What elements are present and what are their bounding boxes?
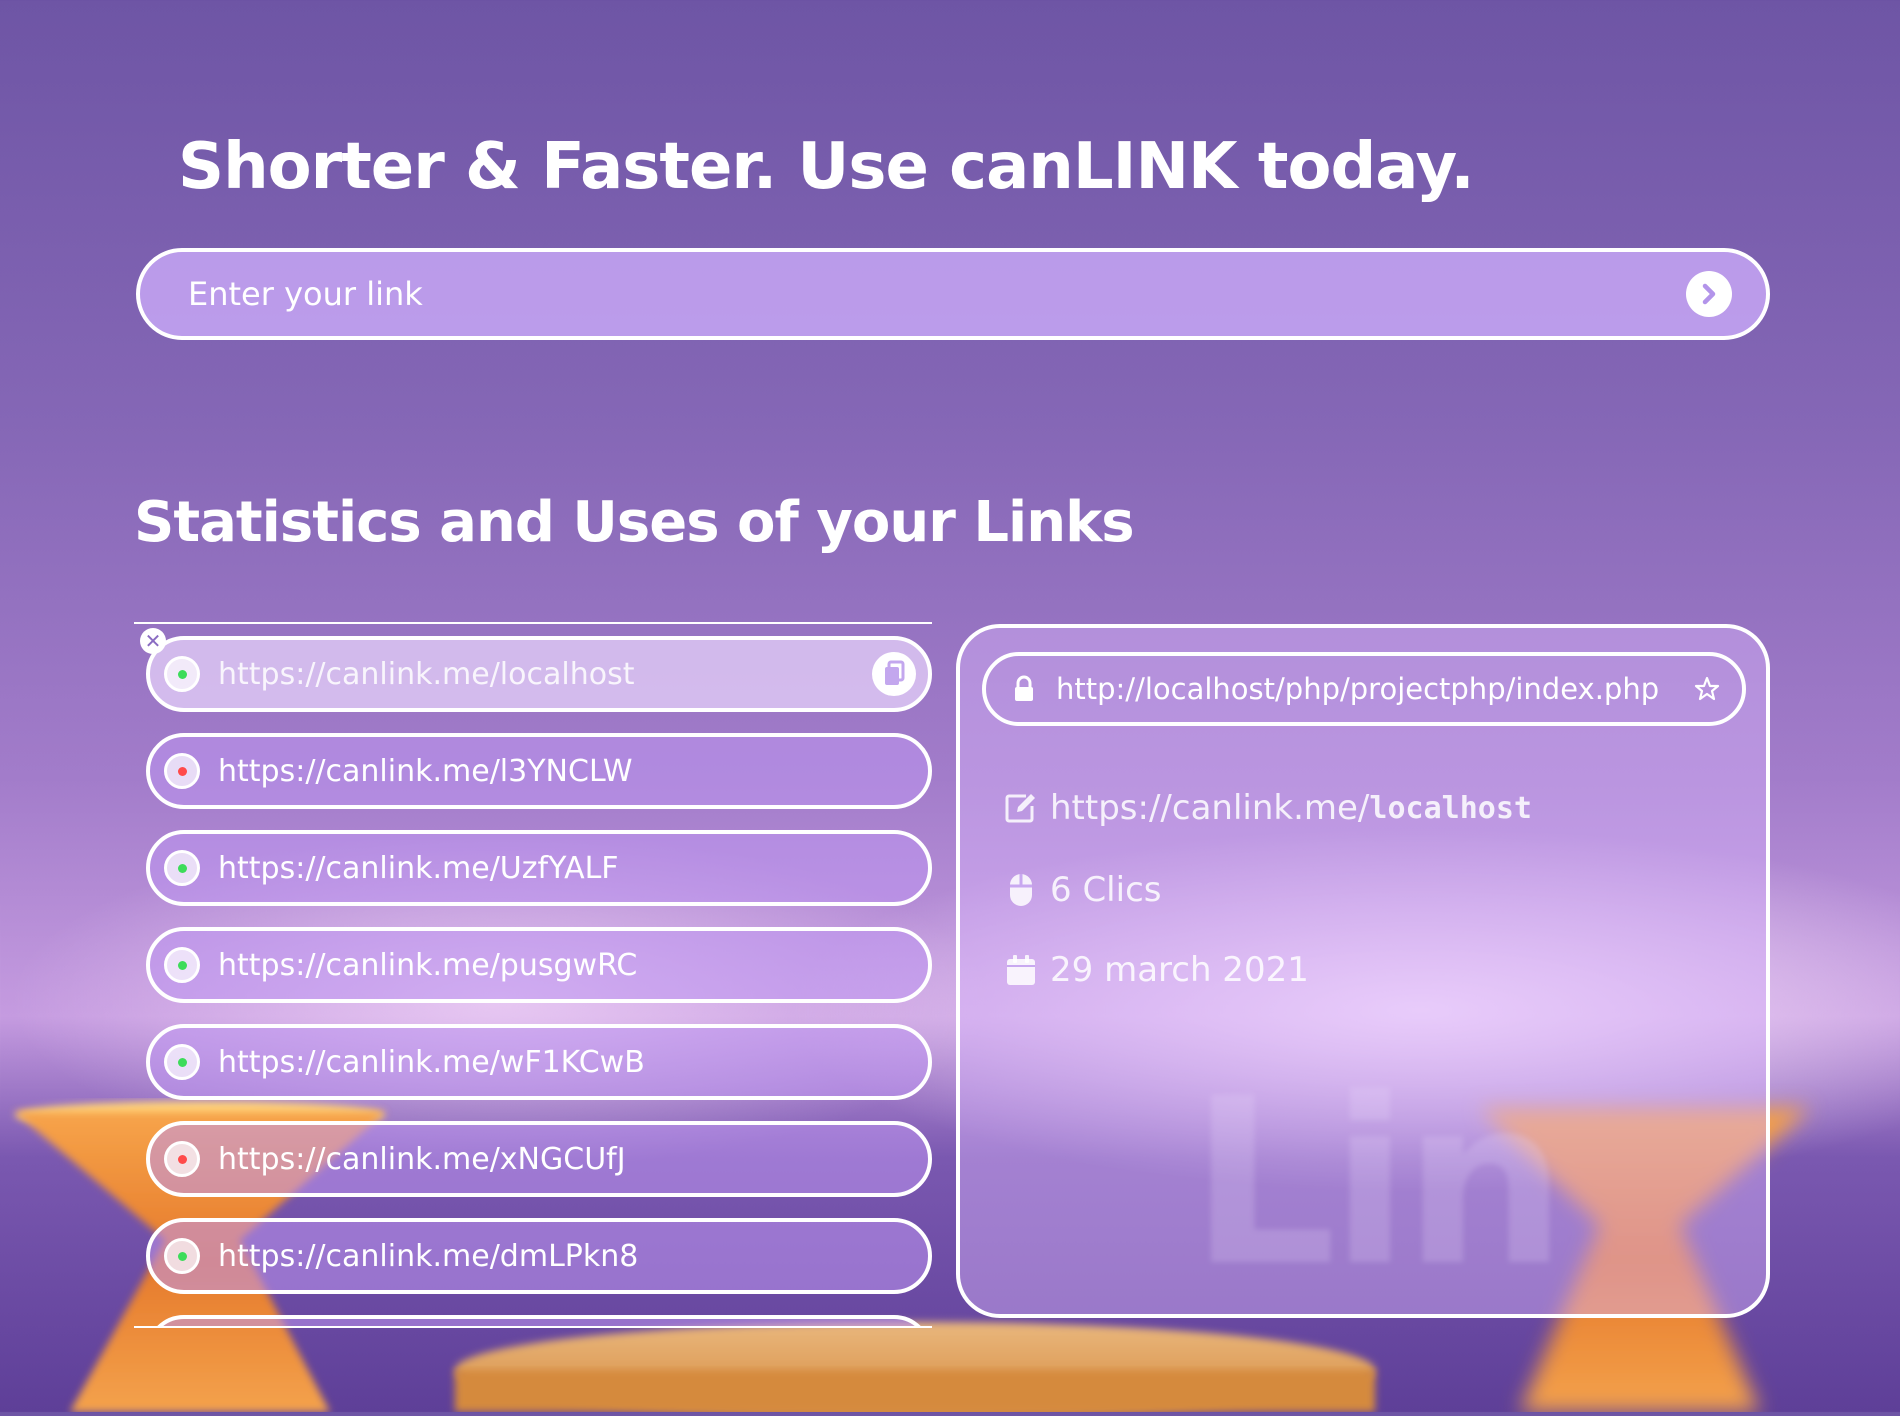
short-link-row: https://canlink.me/localhost	[1004, 788, 1532, 828]
status-dot-inactive	[177, 766, 187, 776]
calendar-icon	[1004, 954, 1038, 986]
link-input[interactable]	[186, 274, 1686, 314]
list-item[interactable]: https://canlink.me/dmLPkn8	[146, 1218, 932, 1294]
stats-section-title: Statistics and Uses of your Links	[134, 490, 1135, 555]
status-indicator	[164, 850, 200, 886]
close-icon[interactable]: ✕	[140, 628, 166, 654]
status-dot-active	[177, 1057, 187, 1067]
short-link-url: https://canlink.me/localhost	[218, 656, 635, 692]
list-item[interactable]: https://canlink.me/localhost	[146, 636, 932, 712]
center-podium-top	[455, 1322, 1375, 1416]
links-list[interactable]: https://canlink.me/localhost https://can…	[134, 622, 932, 1328]
link-input-bar[interactable]	[136, 248, 1770, 340]
short-link-url: https://canlink.me/wF1KCwB	[218, 1044, 645, 1080]
short-link-code: localhost	[1369, 790, 1532, 826]
status-indicator	[164, 947, 200, 983]
copy-icon	[885, 660, 905, 685]
list-item[interactable]: https://canlink.me/UzfYALF	[146, 830, 932, 906]
status-indicator	[164, 1141, 200, 1177]
short-link-url: https://canlink.me/UzfYALF	[218, 850, 619, 886]
mouse-icon	[1004, 873, 1038, 907]
status-indicator	[164, 1238, 200, 1274]
list-item[interactable]: https://canlink.me/pusgwRC	[146, 927, 932, 1003]
star-icon[interactable]	[1694, 676, 1720, 702]
original-url: http://localhost/php/projectphp/index.ph…	[1056, 672, 1660, 706]
status-dot-active	[177, 960, 187, 970]
original-url-bar: http://localhost/php/projectphp/index.ph…	[982, 652, 1746, 726]
hero-title: Shorter & Faster. Use canLINK today.	[178, 130, 1475, 204]
copy-button[interactable]	[872, 652, 916, 696]
list-item[interactable]: https://canlink.me/wF1KCwB	[146, 1024, 932, 1100]
status-dot-inactive	[177, 1154, 187, 1164]
list-item-partial[interactable]	[146, 1315, 932, 1326]
short-link-url: https://canlink.me/xNGCUfJ	[218, 1141, 626, 1177]
created-date: 29 march 2021	[1050, 950, 1309, 990]
status-indicator	[164, 656, 200, 692]
status-dot-active	[177, 1251, 187, 1261]
short-link-prefix: https://canlink.me/	[1050, 788, 1370, 828]
status-indicator	[164, 1044, 200, 1080]
short-link-url: https://canlink.me/l3YNCLW	[218, 753, 633, 789]
edit-icon[interactable]	[1004, 792, 1038, 824]
status-dot-active	[177, 669, 187, 679]
clicks-count: 6 Clics	[1050, 870, 1162, 910]
status-indicator	[164, 753, 200, 789]
list-item[interactable]: https://canlink.me/l3YNCLW	[146, 733, 932, 809]
date-row: 29 march 2021	[1004, 950, 1309, 990]
link-detail-card: http://localhost/php/projectphp/index.ph…	[956, 624, 1770, 1318]
chevron-right-icon	[1702, 283, 1716, 305]
center-podium	[455, 1370, 1375, 1412]
short-link-url: https://canlink.me/pusgwRC	[218, 947, 638, 983]
submit-button[interactable]	[1686, 271, 1732, 317]
clicks-row: 6 Clics	[1004, 870, 1161, 910]
lock-icon	[1015, 675, 1033, 701]
list-item[interactable]: https://canlink.me/xNGCUfJ	[146, 1121, 932, 1197]
status-dot-active	[177, 863, 187, 873]
short-link-url: https://canlink.me/dmLPkn8	[218, 1238, 639, 1274]
